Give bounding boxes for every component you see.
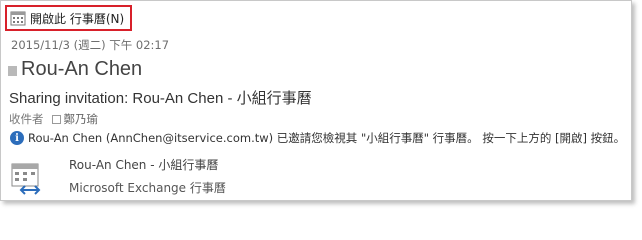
reading-pane: 開啟此 行事曆(N) 2015/11/3 (週二) 下午 02:17 Rou-A… bbox=[0, 0, 632, 201]
message-date: 2015/11/3 (週二) 下午 02:17 bbox=[11, 38, 170, 52]
info-bar: i Rou-An Chen (AnnChen@itservice.com.tw)… bbox=[10, 130, 625, 146]
calendar-icon bbox=[10, 11, 26, 26]
recipient-presence-box bbox=[51, 114, 61, 124]
shared-calendar-title: Rou-An Chen - 小組行事曆 bbox=[69, 158, 219, 172]
info-icon: i bbox=[10, 131, 24, 145]
shared-calendar-subtitle: Microsoft Exchange 行事曆 bbox=[69, 181, 226, 195]
presence-indicator bbox=[8, 66, 17, 76]
shared-calendar-text: Rou-An Chen - 小組行事曆 Microsoft Exchange 行… bbox=[69, 156, 226, 196]
recipient-entry[interactable]: 鄭乃瑜 bbox=[51, 111, 99, 127]
sender-name[interactable]: Rou-An Chen bbox=[21, 58, 142, 81]
recipients-line: 收件者 鄭乃瑜 bbox=[9, 111, 98, 127]
shared-calendar-card[interactable]: Rou-An Chen - 小組行事曆 Microsoft Exchange 行… bbox=[9, 156, 226, 196]
recipients-label: 收件者 bbox=[9, 112, 44, 126]
open-calendar-label: 開啟此 行事曆(N) bbox=[30, 11, 125, 26]
open-calendar-button[interactable]: 開啟此 行事曆(N) bbox=[5, 5, 132, 31]
shared-calendar-icon bbox=[11, 163, 41, 195]
recipient-name: 鄭乃瑜 bbox=[63, 112, 99, 126]
message-subject: Sharing invitation: Rou-An Chen - 小組行事曆 bbox=[9, 90, 312, 107]
info-text: Rou-An Chen (AnnChen@itservice.com.tw) 已… bbox=[28, 131, 626, 145]
sender-line: Rou-An Chen bbox=[8, 56, 142, 82]
